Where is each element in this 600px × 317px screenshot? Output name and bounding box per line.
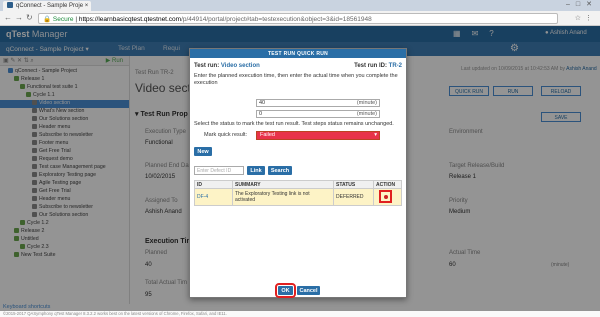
col-id: ID	[194, 180, 233, 189]
test-run-id-value: TR-2	[388, 63, 402, 69]
col-action: ACTION	[373, 180, 402, 189]
url-bar[interactable]: 🔒 Secure | https://learnbasicqtest.qtest…	[38, 13, 558, 24]
url-host: https://learnbasicqtest.qtestnet.com	[78, 16, 182, 23]
table-row: DF-4 The Exploratory Testing link is not…	[194, 188, 402, 206]
address-bar-area: ←→↻ 🔒 Secure | https://learnbasicqtest.q…	[0, 11, 600, 26]
defects-table: ID SUMMARY STATUS ACTION DF-4 The Explor…	[194, 180, 402, 206]
status-instructions: Select the status to mark the test run r…	[194, 121, 394, 127]
lock-icon: 🔒	[43, 16, 52, 23]
planned-time-input[interactable]: 40 (minute)	[256, 99, 380, 107]
footer: ©2015-2017 QASymphony qTest Manager 8.3.…	[0, 311, 600, 317]
planned-unit: (minute)	[356, 100, 377, 106]
url-path: /p/44914/portal/project#tab=testexecutio…	[181, 16, 372, 23]
dialog-test-run-id: Test run ID: TR-2	[354, 63, 402, 69]
browser-tools[interactable]: ☆⋮	[575, 14, 596, 22]
qtest-favicon-icon	[7, 2, 13, 8]
table-header-row: ID SUMMARY STATUS ACTION	[194, 180, 402, 189]
tab-title: qConnect - Sample Proje	[16, 3, 84, 9]
test-run-name: Video section	[220, 63, 260, 69]
nav-buttons[interactable]: ←→↻	[4, 13, 36, 22]
actual-time-input[interactable]: 0 (minute)	[256, 110, 380, 118]
defect-id[interactable]: DF-4	[194, 188, 233, 206]
browser-tab-bar: qConnect - Sample Proje × –□✕	[0, 0, 600, 11]
quick-run-dialog: TEST RUN QUICK RUN Test run: Video secti…	[189, 48, 407, 298]
dialog-test-run: Test run: Video section	[194, 63, 260, 69]
mark-result-label: Mark quick result:	[204, 132, 248, 138]
dialog-header: TEST RUN QUICK RUN	[190, 49, 406, 58]
defect-action-cell	[373, 188, 402, 206]
result-status-select[interactable]: Failed ▾	[256, 131, 380, 140]
search-defect-button[interactable]: Search	[268, 166, 292, 175]
cancel-button[interactable]: Cancel	[297, 286, 320, 295]
actual-time-value: 0	[259, 111, 263, 117]
col-status: STATUS	[333, 180, 374, 189]
test-run-label: Test run:	[194, 63, 220, 69]
test-run-id-label: Test run ID:	[354, 63, 387, 69]
delete-icon[interactable]	[379, 189, 392, 203]
ok-button[interactable]: OK	[275, 283, 296, 298]
browser-tab[interactable]: qConnect - Sample Proje ×	[3, 1, 91, 11]
time-instructions: Enter the planned execution time, then e…	[194, 73, 398, 86]
planned-time-value: 40	[259, 100, 266, 106]
actual-unit-label: (minute)	[356, 111, 377, 117]
result-status-value: Failed	[260, 132, 275, 138]
defect-status: DEFERRED	[333, 188, 374, 206]
defect-id-input[interactable]: Enter Defect ID	[194, 166, 244, 175]
defect-summary: The Exploratory Testing link is not acti…	[232, 188, 334, 206]
window-controls[interactable]: –□✕	[566, 0, 598, 10]
new-defect-button[interactable]: New	[194, 147, 212, 156]
secure-label: Secure	[52, 16, 74, 23]
col-summary: SUMMARY	[232, 180, 334, 189]
link-defect-button[interactable]: Link	[247, 166, 265, 175]
chevron-down-icon: ▾	[374, 132, 377, 138]
